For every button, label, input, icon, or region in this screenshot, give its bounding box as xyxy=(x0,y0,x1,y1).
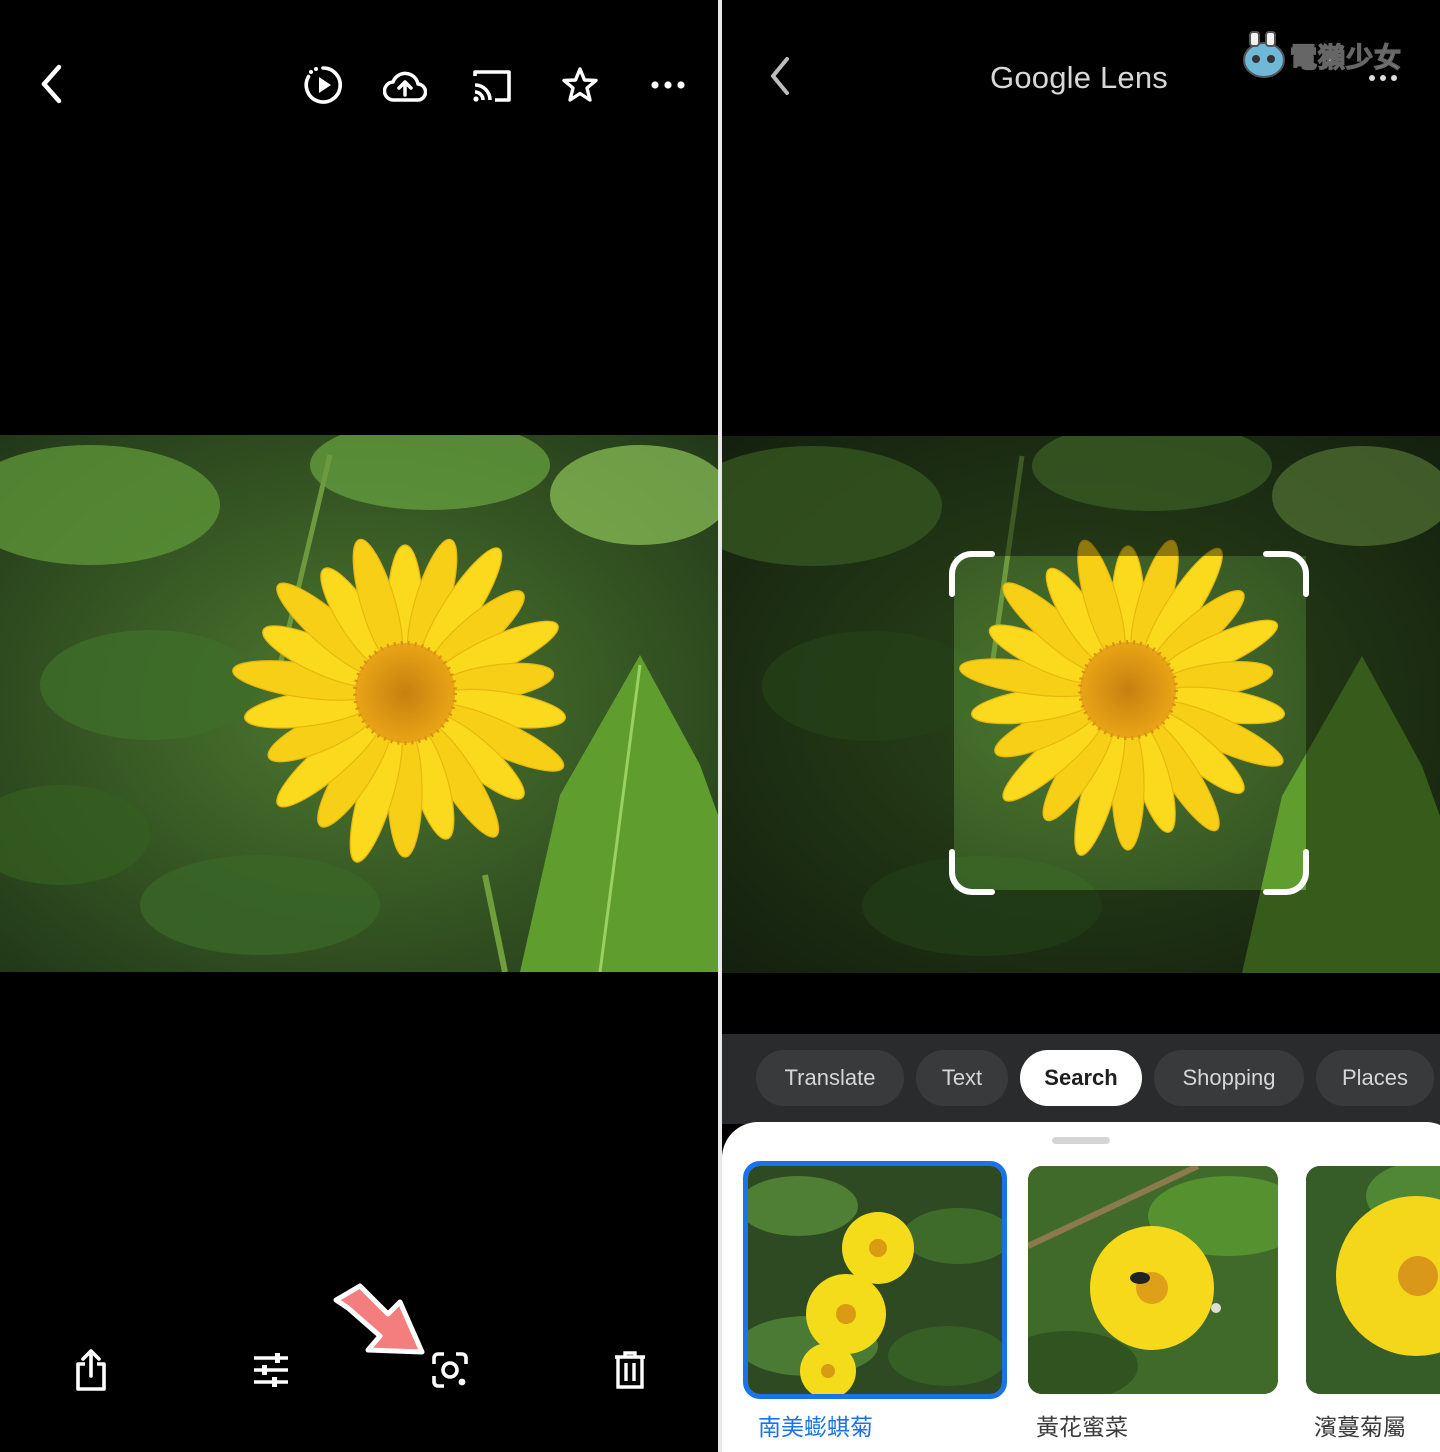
mode-chip-places[interactable]: Places xyxy=(1316,1050,1434,1106)
motion-play-icon[interactable] xyxy=(300,62,346,108)
lens-icon[interactable] xyxy=(426,1346,474,1394)
share-icon[interactable] xyxy=(66,1344,116,1396)
lens-title: Google Lens xyxy=(990,60,1168,95)
result-label[interactable]: 黃花蜜菜 xyxy=(1036,1408,1128,1442)
result-label[interactable]: 濱蔓菊屬 xyxy=(1314,1408,1406,1442)
mode-chip-translate[interactable]: Translate xyxy=(756,1050,904,1106)
cloud-upload-icon[interactable] xyxy=(382,64,428,108)
results-sheet: 南美蟛蜞菊 黃花蜜菜 濱蔓菊屬 xyxy=(722,1122,1440,1452)
annotation-arrow xyxy=(322,1278,432,1360)
mode-chip-shopping[interactable]: Shopping xyxy=(1154,1050,1304,1106)
watermark-logo: 電獺少女 xyxy=(1240,28,1416,84)
trash-icon[interactable] xyxy=(606,1346,654,1394)
star-icon[interactable] xyxy=(558,62,602,108)
photos-viewer xyxy=(0,0,718,1452)
lens-viewer: Google Lens 電獺少女 Translate Text Search S… xyxy=(722,0,1440,1452)
cast-icon[interactable] xyxy=(468,64,516,108)
selection-frame[interactable] xyxy=(948,550,1310,896)
watermark-text: 電獺少女 xyxy=(1289,42,1402,74)
result-label[interactable]: 南美蟛蜞菊 xyxy=(758,1408,873,1442)
lens-mode-bar: Translate Text Search Shopping Places xyxy=(722,1034,1440,1124)
mode-chip-text[interactable]: Text xyxy=(916,1050,1008,1106)
flower-photo xyxy=(0,435,718,972)
result-card[interactable] xyxy=(1306,1166,1440,1394)
drag-handle[interactable] xyxy=(1052,1137,1110,1144)
back-arrow-icon[interactable] xyxy=(30,62,74,106)
lens-photo xyxy=(722,436,1440,973)
more-horizontal-icon[interactable] xyxy=(646,70,690,100)
result-card[interactable] xyxy=(1028,1166,1278,1394)
edit-sliders-icon[interactable] xyxy=(246,1346,296,1394)
mode-chip-search[interactable]: Search xyxy=(1020,1050,1142,1106)
back-arrow-icon[interactable] xyxy=(760,54,800,98)
result-card[interactable] xyxy=(743,1161,1007,1399)
